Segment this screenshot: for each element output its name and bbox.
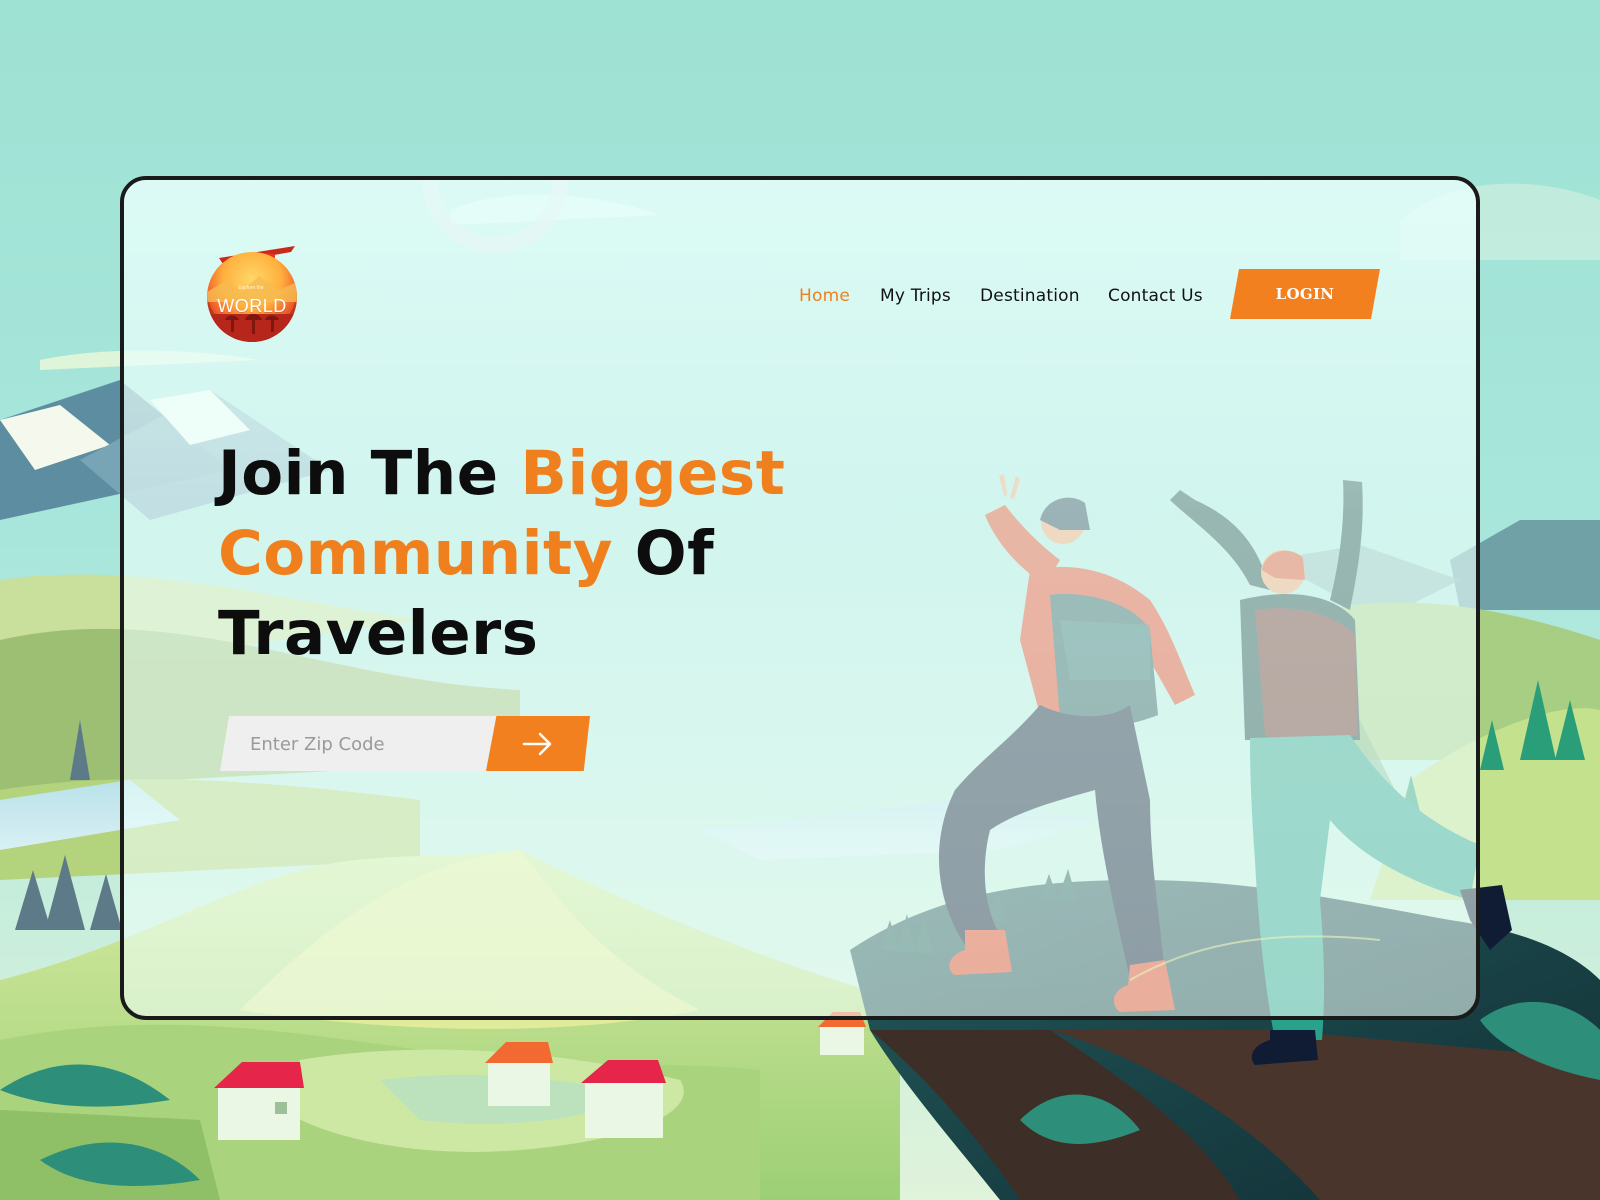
login-button[interactable]: LOGIN — [1230, 269, 1380, 319]
nav-destination[interactable]: Destination — [980, 286, 1080, 306]
zip-code-submit-button[interactable] — [486, 716, 590, 771]
hero-line-2-accent: Community — [218, 518, 613, 589]
hero-line-1-plain: Join The — [218, 438, 521, 509]
nav-home[interactable]: Home — [799, 286, 850, 306]
logo-tagline: Explore the — [238, 285, 264, 291]
hero-line-1-accent: Biggest — [520, 438, 786, 509]
login-button-label: LOGIN — [1275, 285, 1335, 303]
hero-line-3: Travelers — [218, 598, 539, 669]
main-navigation: Home My Trips Destination Contact Us — [0, 0, 1600, 306]
arrow-right-icon — [522, 732, 552, 756]
zip-code-input[interactable] — [248, 730, 492, 759]
hero-line-2-plain: Of — [612, 518, 715, 589]
hero-heading: Join The Biggest Community Of Travelers — [218, 434, 838, 674]
zip-code-search-form — [220, 716, 590, 771]
logo-wordmark: WORLD — [217, 296, 287, 316]
nav-contact-us[interactable]: Contact Us — [1108, 286, 1203, 306]
nav-my-trips[interactable]: My Trips — [880, 286, 951, 306]
brand-logo[interactable]: Explore the WORLD — [203, 244, 299, 344]
